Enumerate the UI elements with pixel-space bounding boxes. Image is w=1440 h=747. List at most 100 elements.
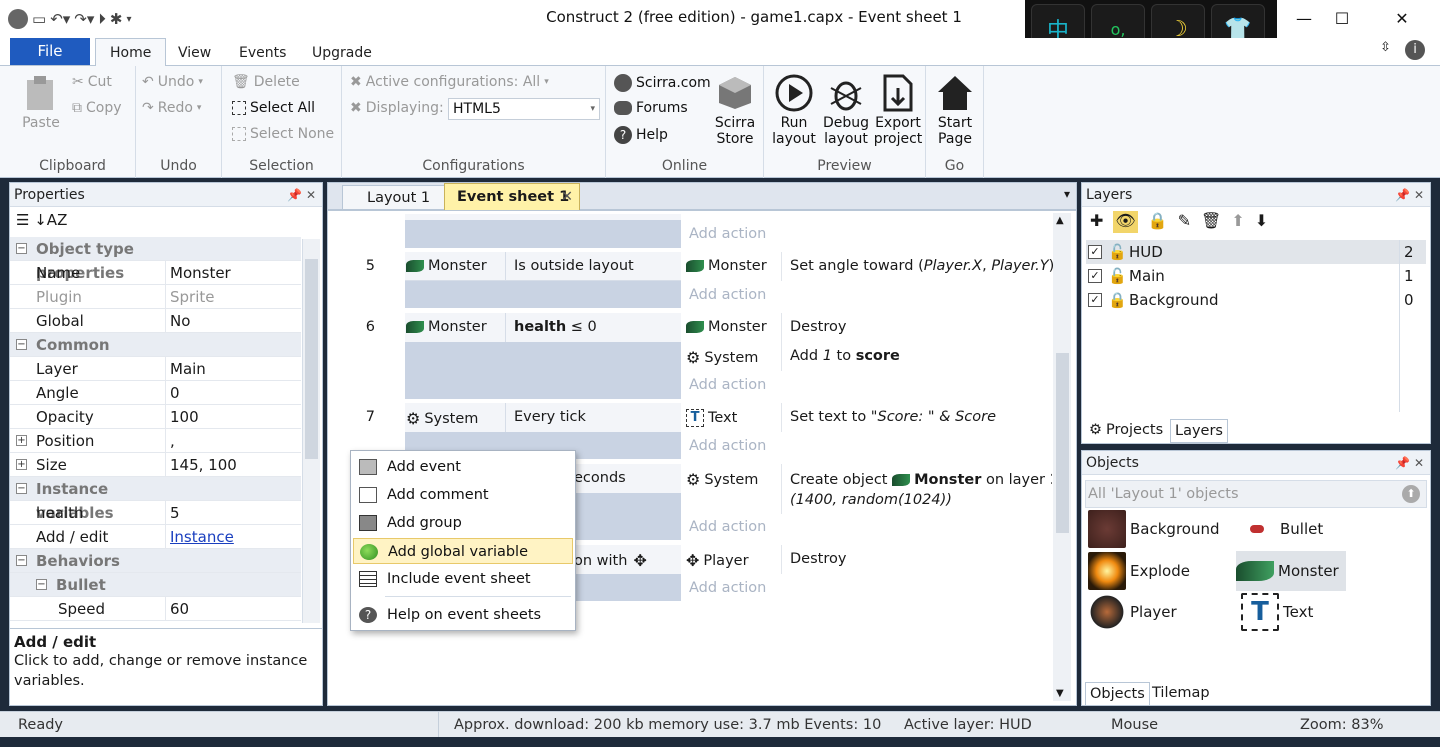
tab-list-icon[interactable]: ▾ <box>1064 187 1070 201</box>
layer-row-hud[interactable]: ✓ 🔓 HUD 2 <box>1086 240 1426 264</box>
property-row[interactable]: Add / editInstance variables <box>10 525 301 570</box>
property-value[interactable]: Sprite <box>170 285 300 309</box>
collapse-toggle-icon[interactable]: − <box>16 555 27 566</box>
export-project-button[interactable]: Export project <box>872 74 924 147</box>
collapse-toggle-icon[interactable]: − <box>16 339 27 350</box>
tab-file[interactable]: File <box>10 38 90 65</box>
property-category[interactable]: − Object type properties <box>10 237 301 282</box>
property-category[interactable]: − Instance variables <box>10 477 301 522</box>
pin-close-icons[interactable]: 📌 ✕ <box>287 183 316 207</box>
categorized-icon[interactable]: ☰ <box>16 211 29 229</box>
tab-close-icon[interactable]: ✕ <box>561 184 573 210</box>
tab-event-sheet-1[interactable]: Event sheet 1 ✕ <box>444 183 580 211</box>
collapse-toggle-icon[interactable]: − <box>16 243 27 254</box>
object-monster[interactable]: Monster <box>1236 551 1346 591</box>
start-page-button[interactable]: Start Page <box>929 74 981 147</box>
add-action-7[interactable]: Add action <box>689 438 766 454</box>
tab-layers[interactable]: Layers <box>1170 419 1228 443</box>
event-5-action-text[interactable]: Set angle toward (Player.X, Player.Y) <box>790 258 1054 274</box>
tab-events[interactable]: Events <box>225 42 300 64</box>
undo-button[interactable]: ↶ Undo ▾ <box>142 74 203 90</box>
menu-include-event-sheet[interactable]: Include event sheet <box>353 566 573 592</box>
property-row[interactable]: health 5 <box>10 501 301 525</box>
property-category[interactable]: − Behaviors <box>10 549 301 573</box>
object-text[interactable]: T Text <box>1241 593 1313 631</box>
event-8-action-text[interactable]: Create object Monster on layer 1 a(1400,… <box>790 470 1052 510</box>
add-action-5[interactable]: Add action <box>689 287 766 303</box>
sort-alpha-icon[interactable]: ↓AZ <box>34 211 67 229</box>
property-category[interactable]: − Bullet <box>10 573 301 597</box>
trash-icon[interactable]: 🗑 <box>1201 211 1221 233</box>
pin-close-icons[interactable]: 📌 ✕ <box>1395 183 1424 207</box>
property-value[interactable]: , <box>170 429 300 453</box>
copy-button[interactable]: ⧉ Copy <box>72 100 122 116</box>
menu-add-group[interactable]: Add group <box>353 510 573 536</box>
tab-projects[interactable]: ⚙ Projects <box>1085 419 1167 443</box>
forums-link[interactable]: Forums <box>614 100 688 116</box>
edit-icon[interactable]: ✎ <box>1178 211 1191 233</box>
menu-add-global-variable[interactable]: Add global variable <box>353 538 573 564</box>
select-all-button[interactable]: Select All <box>232 100 315 116</box>
property-row[interactable]: Opacity 100 <box>10 405 301 429</box>
layer-visible-checkbox[interactable]: ✓ <box>1088 293 1102 307</box>
property-row[interactable]: Layer Main <box>10 357 301 381</box>
menu-help-event-sheets[interactable]: ? Help on event sheets <box>353 602 573 628</box>
menu-add-event[interactable]: Add event <box>353 454 573 480</box>
run-layout-button[interactable]: Run layout <box>768 74 820 147</box>
eye-icon[interactable]: 👁 <box>1113 211 1138 233</box>
scirra-store-button[interactable]: Scirra Store <box>710 74 760 147</box>
scirra-link[interactable]: Scirra.com <box>614 74 711 92</box>
add-action-4[interactable]: Add action <box>689 226 766 242</box>
property-category[interactable]: − Common <box>10 333 301 357</box>
add-action-8[interactable]: Add action <box>689 519 766 535</box>
property-value[interactable]: 145, 100 <box>170 453 300 477</box>
collapse-toggle-icon[interactable]: − <box>16 483 27 494</box>
property-value[interactable]: Monster <box>170 261 300 285</box>
move-up-icon[interactable]: ⬆ <box>1231 211 1244 233</box>
property-row[interactable]: Angle 0 <box>10 381 301 405</box>
property-value[interactable]: 5 <box>170 501 300 525</box>
lock-closed-icon[interactable]: 🔒 <box>1108 288 1127 312</box>
property-row[interactable]: + Size 145, 100 <box>10 453 301 477</box>
property-value[interactable]: 100 <box>170 405 300 429</box>
event-6-action-1[interactable]: Destroy <box>790 319 846 335</box>
property-value[interactable]: No <box>170 309 300 333</box>
event-6-action-2[interactable]: Add 1 to score <box>790 348 900 364</box>
tab-view[interactable]: View <box>164 42 225 64</box>
tab-objects[interactable]: Objects <box>1085 682 1150 706</box>
tab-upgrade[interactable]: Upgrade <box>298 42 386 64</box>
layer-row-main[interactable]: ✓ 🔓 Main 1 <box>1086 264 1426 288</box>
add-action-6[interactable]: Add action <box>689 377 766 393</box>
up-folder-icon[interactable]: ⬆ <box>1402 485 1420 503</box>
displaying-select[interactable]: HTML5 ▾ <box>448 98 600 120</box>
ribbon-collapse-icon[interactable]: ⇳ <box>1380 40 1391 55</box>
event-7-action-text[interactable]: Set text to "Score: " & Score <box>790 409 996 425</box>
property-row[interactable]: + Position, <box>10 429 301 453</box>
info-icon[interactable]: i <box>1405 40 1425 60</box>
layer-visible-checkbox[interactable]: ✓ <box>1088 245 1102 259</box>
minimize-button[interactable]: — <box>1284 6 1324 32</box>
event-sheet-scrollbar[interactable]: ▲ ▼ <box>1053 213 1071 701</box>
collapse-toggle-icon[interactable]: − <box>36 579 47 590</box>
properties-scrollbar[interactable] <box>302 239 320 623</box>
tab-home[interactable]: Home <box>95 38 167 66</box>
active-configurations-dropdown[interactable]: ✖ Active configurations: All ▾ <box>350 74 549 90</box>
select-none-button[interactable]: Select None <box>232 126 334 142</box>
object-background[interactable]: Background <box>1088 510 1220 548</box>
property-row[interactable]: Speed 60 <box>10 597 301 621</box>
layer-visible-checkbox[interactable]: ✓ <box>1088 269 1102 283</box>
paste-button[interactable]: Paste <box>16 74 66 131</box>
tab-tilemap[interactable]: Tilemap <box>1148 682 1214 706</box>
expand-toggle-icon[interactable]: + <box>16 435 27 446</box>
tab-layout-1[interactable]: Layout 1 <box>342 185 452 210</box>
add-action-9[interactable]: Add action <box>689 580 766 596</box>
expand-toggle-icon[interactable]: + <box>16 459 27 470</box>
property-row[interactable]: Global No <box>10 309 301 333</box>
lock-open-icon[interactable]: 🔓 <box>1108 240 1127 264</box>
object-explode[interactable]: Explode <box>1088 552 1190 590</box>
add-layer-icon[interactable]: ✚ <box>1090 211 1103 233</box>
property-value[interactable]: Main <box>170 357 300 381</box>
property-row[interactable]: Plugin Sprite <box>10 285 301 309</box>
menu-add-comment[interactable]: Add comment <box>353 482 573 508</box>
redo-button[interactable]: ↷ Redo ▾ <box>142 100 201 116</box>
